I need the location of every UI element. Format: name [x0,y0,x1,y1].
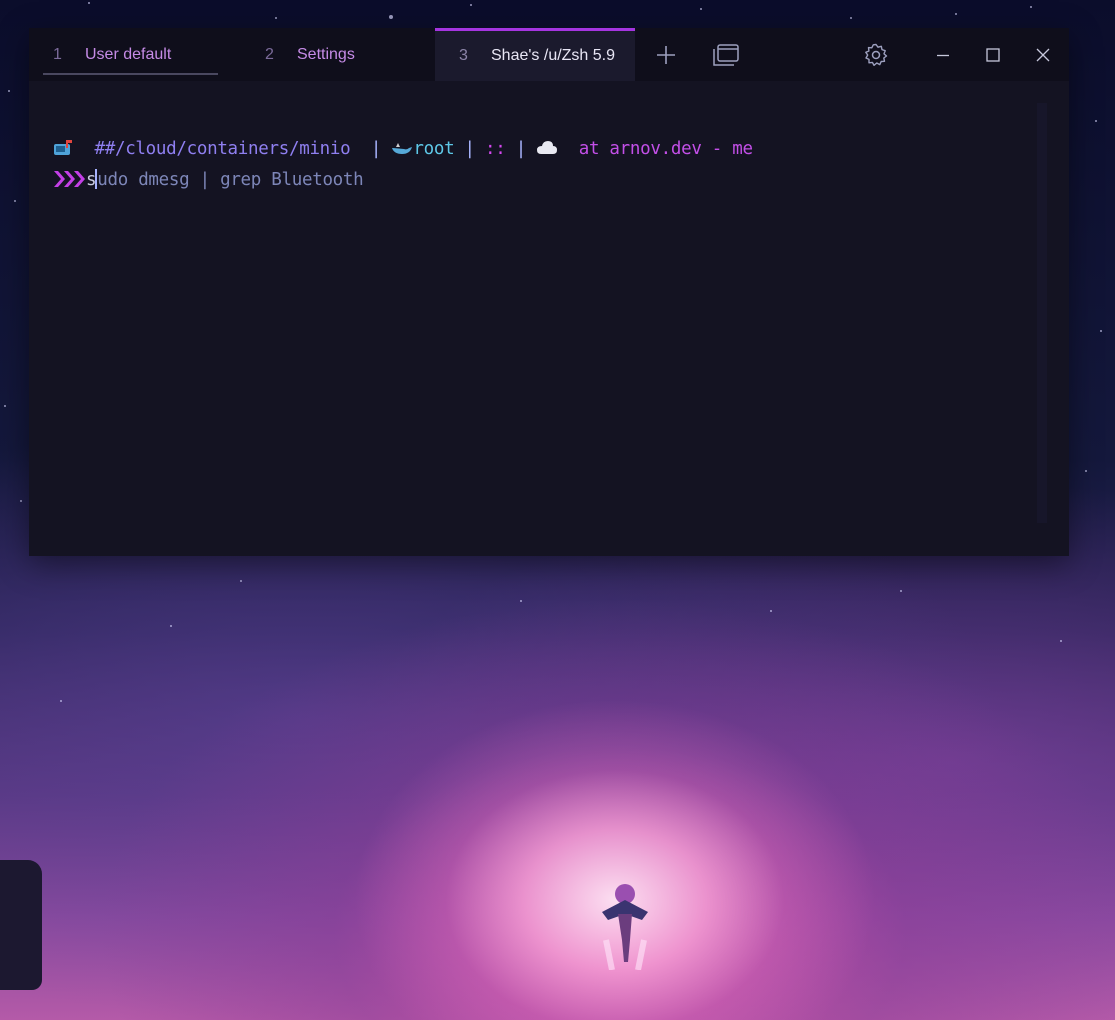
tab-label: Shae's /u/Zsh 5.9 [491,47,616,64]
wallpaper-rock [0,860,42,990]
prompt-dash: - [701,139,733,159]
tab-user-default[interactable]: 1 User default [43,28,218,81]
terminal-pane[interactable]: ##/cloud/containers/minio | root | :: | … [29,81,1069,556]
mailbox-icon [54,140,72,155]
tab-overview-icon [713,44,739,66]
wallpaper-astronaut [602,884,648,970]
command-line[interactable]: sudo dmesg | grep Bluetooth [52,169,364,190]
new-tab-plus-icon [657,46,675,64]
minimize-icon [937,54,949,57]
prompt-line: ##/cloud/containers/minio | root | :: | … [52,139,753,159]
prompt-context: me [732,139,753,159]
tab-zsh-active[interactable]: 3 Shae's /u/Zsh 5.9 [435,28,635,81]
title-bar[interactable]: 1 User default 2 Settings 3 Shae's /u/Zs… [29,28,1069,81]
close-icon [1036,48,1050,62]
maximize-button[interactable] [976,38,1010,72]
tab-number: 2 [265,45,274,63]
tab-overview-button[interactable] [709,38,743,72]
settings-button[interactable] [859,38,893,72]
prompt-separator: | [360,139,392,159]
maximize-icon [986,48,1000,62]
prompt-path: ##/cloud/containers/minio [94,139,351,159]
tab-number: 3 [459,47,468,64]
terminal-window: 1 User default 2 Settings 3 Shae's /u/Zs… [29,28,1069,556]
tab-number: 1 [53,45,62,63]
prompt-host: at arnov.dev [578,139,702,159]
tab-settings[interactable]: 2 Settings [241,28,431,81]
prompt-colons: :: [485,139,506,159]
new-tab-button[interactable] [649,38,683,72]
command-text: udo dmesg | grep Bluetooth [97,170,364,190]
scrollbar[interactable] [1037,103,1047,523]
prompt-chevrons-icon [54,171,85,187]
gear-icon [865,43,888,66]
whale-icon [392,143,413,154]
close-button[interactable] [1026,38,1060,72]
cloud-icon [537,141,558,154]
prompt-separator: | [454,139,486,159]
minimize-button[interactable] [926,38,960,72]
prompt-user: root [413,139,455,159]
tab-label: Settings [297,45,355,63]
tab-label: User default [85,45,172,63]
prompt-separator: | [505,139,537,159]
